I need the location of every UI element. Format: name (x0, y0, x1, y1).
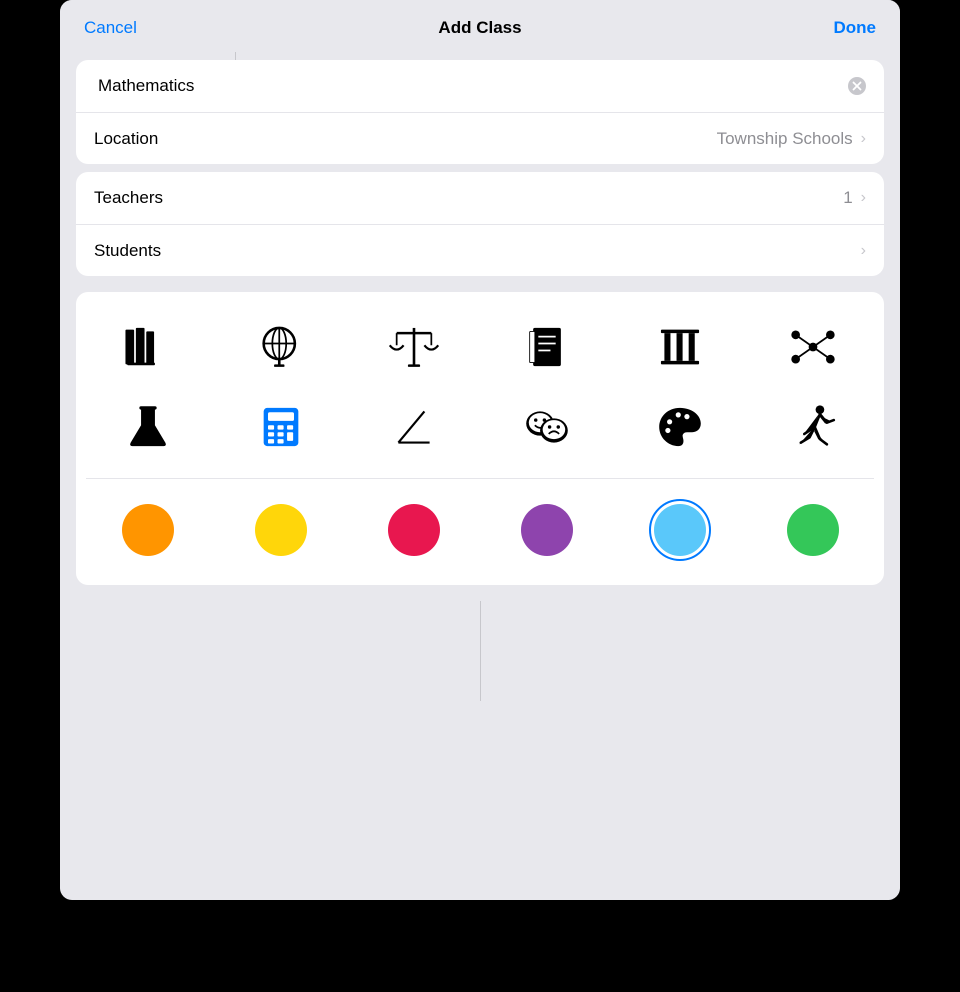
orange-dot (122, 504, 174, 556)
pencil-icon (388, 401, 440, 453)
students-value: › (857, 242, 866, 260)
flask-icon (122, 401, 174, 453)
location-chevron-icon: › (861, 130, 866, 148)
blue-dot (654, 504, 706, 556)
network-icon (787, 321, 839, 373)
orange-color-cell[interactable] (86, 495, 209, 565)
notepad-icon-cell[interactable] (485, 312, 608, 382)
teachers-row[interactable]: Teachers 1 › (76, 172, 884, 224)
yellow-dot (255, 504, 307, 556)
picker-card (76, 292, 884, 585)
network-icon-cell[interactable] (751, 312, 874, 382)
purple-color-cell[interactable] (485, 495, 608, 565)
scales-icon (388, 321, 440, 373)
theater-icon-cell[interactable] (485, 392, 608, 462)
books-icon-cell[interactable] (86, 312, 209, 382)
books-icon (122, 321, 174, 373)
calculator-icon-cell[interactable] (219, 392, 342, 462)
flask-icon-cell[interactable] (86, 392, 209, 462)
location-label: Location (94, 129, 194, 149)
teachers-chevron-icon: › (861, 189, 866, 207)
red-dot (388, 504, 440, 556)
teachers-label: Teachers (94, 188, 194, 208)
clear-class-name-button[interactable] (848, 77, 866, 95)
scales-icon-cell[interactable] (352, 312, 475, 382)
running-icon (787, 401, 839, 453)
red-color-cell[interactable] (352, 495, 475, 565)
teachers-value: 1 › (843, 188, 866, 208)
location-row[interactable]: Location Township Schools › (76, 112, 884, 164)
notepad-icon (521, 321, 573, 373)
class-name-row (76, 60, 884, 112)
clear-icon (848, 77, 866, 95)
dialog-title: Add Class (438, 18, 521, 38)
palette-icon-cell[interactable] (618, 392, 741, 462)
running-icon-cell[interactable] (751, 392, 874, 462)
people-card: Teachers 1 › Students › (76, 172, 884, 276)
cancel-button[interactable]: Cancel (84, 18, 137, 38)
icon-grid (86, 312, 874, 462)
done-button[interactable]: Done (834, 18, 877, 38)
header: Cancel Add Class Done (60, 0, 900, 52)
pencil-icon-cell[interactable] (352, 392, 475, 462)
students-chevron-icon: › (861, 242, 866, 260)
green-color-cell[interactable] (751, 495, 874, 565)
color-grid (86, 495, 874, 565)
theater-icon (521, 401, 573, 453)
class-info-card: Location Township Schools › (76, 60, 884, 164)
globe-icon-cell[interactable] (219, 312, 342, 382)
columns-icon (654, 321, 706, 373)
calculator-icon (255, 401, 307, 453)
yellow-color-cell[interactable] (219, 495, 342, 565)
students-row[interactable]: Students › (76, 224, 884, 276)
location-value: Township Schools › (717, 129, 866, 149)
green-dot (787, 504, 839, 556)
palette-icon (654, 401, 706, 453)
students-label: Students (94, 241, 194, 261)
globe-icon (255, 321, 307, 373)
purple-dot (521, 504, 573, 556)
modal-container: Cancel Add Class Done Location Township … (60, 0, 900, 900)
class-name-input[interactable] (94, 76, 840, 96)
picker-divider (86, 478, 874, 479)
columns-icon-cell[interactable] (618, 312, 741, 382)
blue-color-cell[interactable] (618, 495, 741, 565)
scroll-indicator (480, 601, 481, 701)
